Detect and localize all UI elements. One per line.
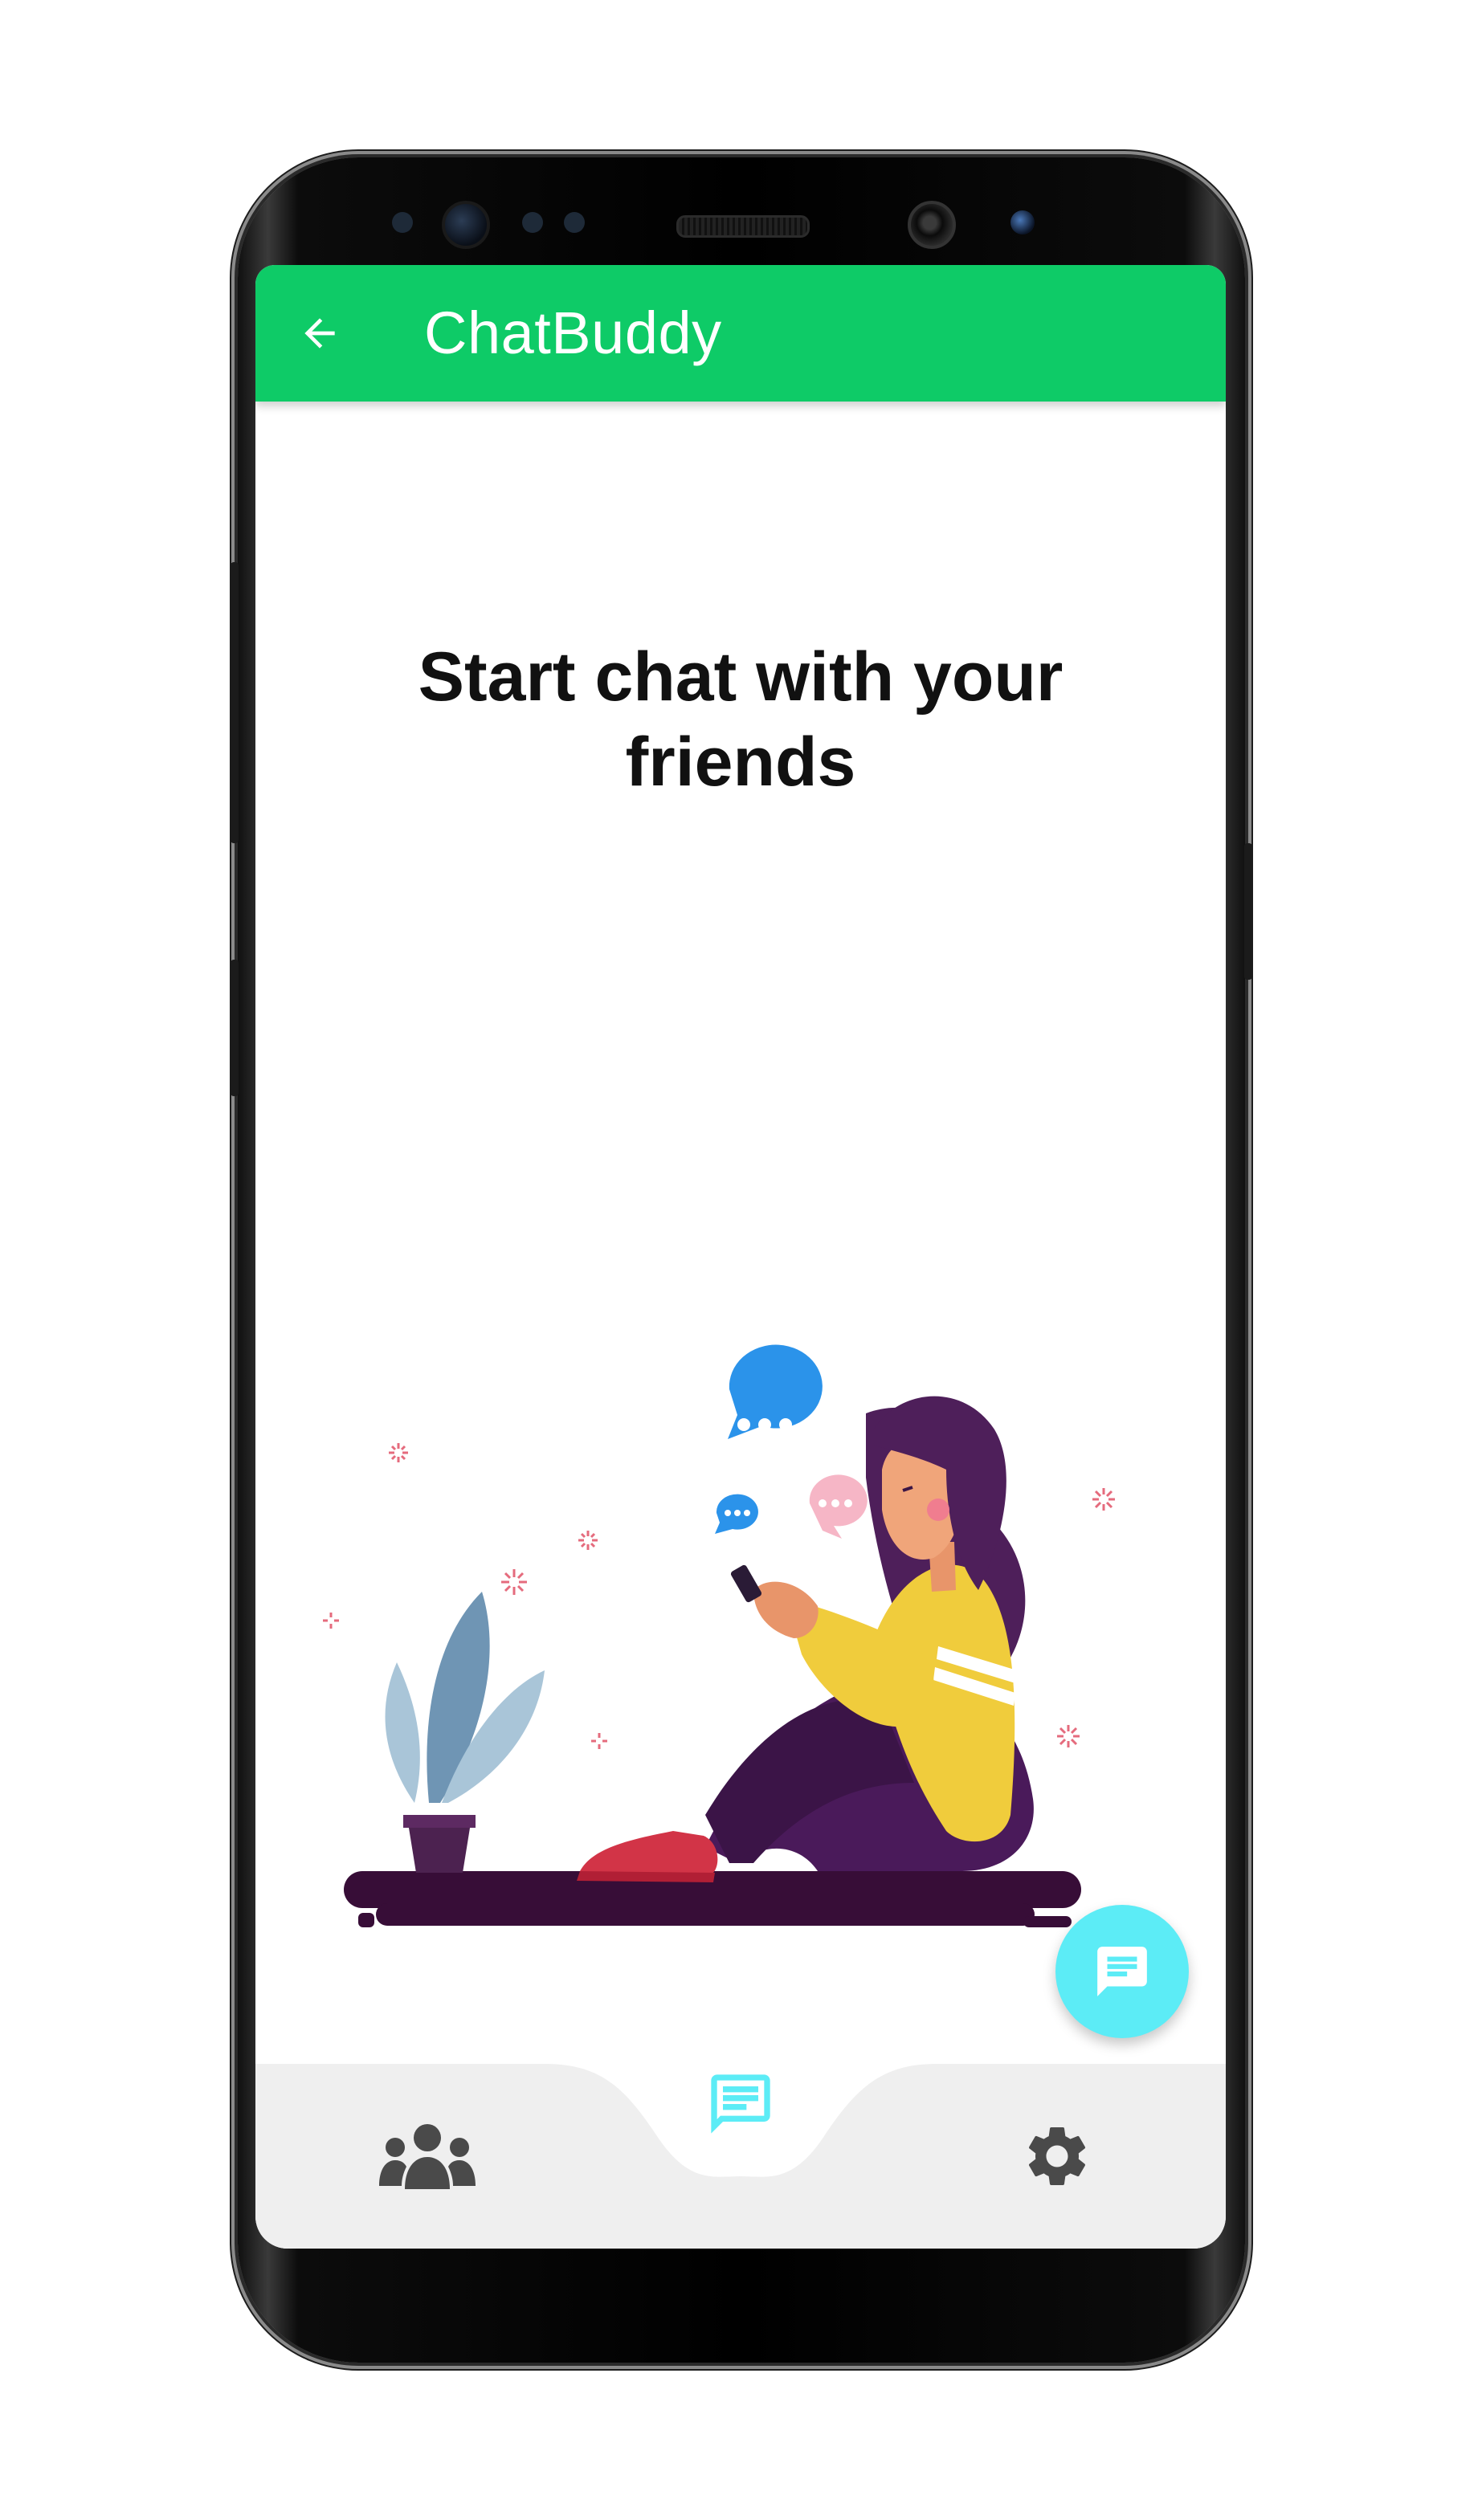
sensor-dot <box>522 212 543 233</box>
iris-led <box>1010 210 1035 234</box>
power-button <box>1244 843 1252 980</box>
heading-line-2: friends <box>625 724 856 801</box>
nav-item-chats[interactable] <box>684 2048 797 2160</box>
app-title: ChatBuddy <box>424 300 722 366</box>
heading-line-1: Start chat with your <box>418 638 1064 716</box>
new-chat-fab[interactable] <box>1055 1905 1189 2038</box>
back-button[interactable] <box>288 301 352 365</box>
arrow-back-icon <box>304 318 335 349</box>
earpiece-speaker <box>676 215 810 238</box>
sensor-dot <box>564 212 585 233</box>
app-screen: ChatBuddy Start chat with your friends <box>255 265 1226 2249</box>
page-heading: Start chat with your friends <box>255 634 1226 805</box>
plant <box>385 1592 545 1873</box>
chat-bubble-small <box>715 1494 758 1534</box>
iris-camera <box>908 201 956 249</box>
gear-icon <box>1028 2127 1086 2185</box>
girl-chatting-illustration <box>323 1344 1115 1927</box>
nav-item-settings[interactable] <box>1001 2100 1113 2212</box>
chat-bubble-large <box>728 1344 823 1439</box>
app-bar: ChatBuddy <box>255 265 1226 402</box>
chat-bubble-pink <box>809 1474 868 1539</box>
device-frame: ChatBuddy Start chat with your friends <box>0 0 1482 2520</box>
bottom-navigation <box>255 2064 1226 2249</box>
nav-item-friends[interactable] <box>371 2100 484 2212</box>
chat-icon <box>1097 1947 1147 1996</box>
group-icon <box>379 2124 476 2189</box>
girl <box>577 1396 1034 1882</box>
sensor-dot <box>392 212 413 233</box>
front-camera <box>442 201 490 249</box>
volume-up-button <box>231 562 239 843</box>
chat-icon <box>711 2074 770 2134</box>
volume-down-button <box>231 960 239 1096</box>
